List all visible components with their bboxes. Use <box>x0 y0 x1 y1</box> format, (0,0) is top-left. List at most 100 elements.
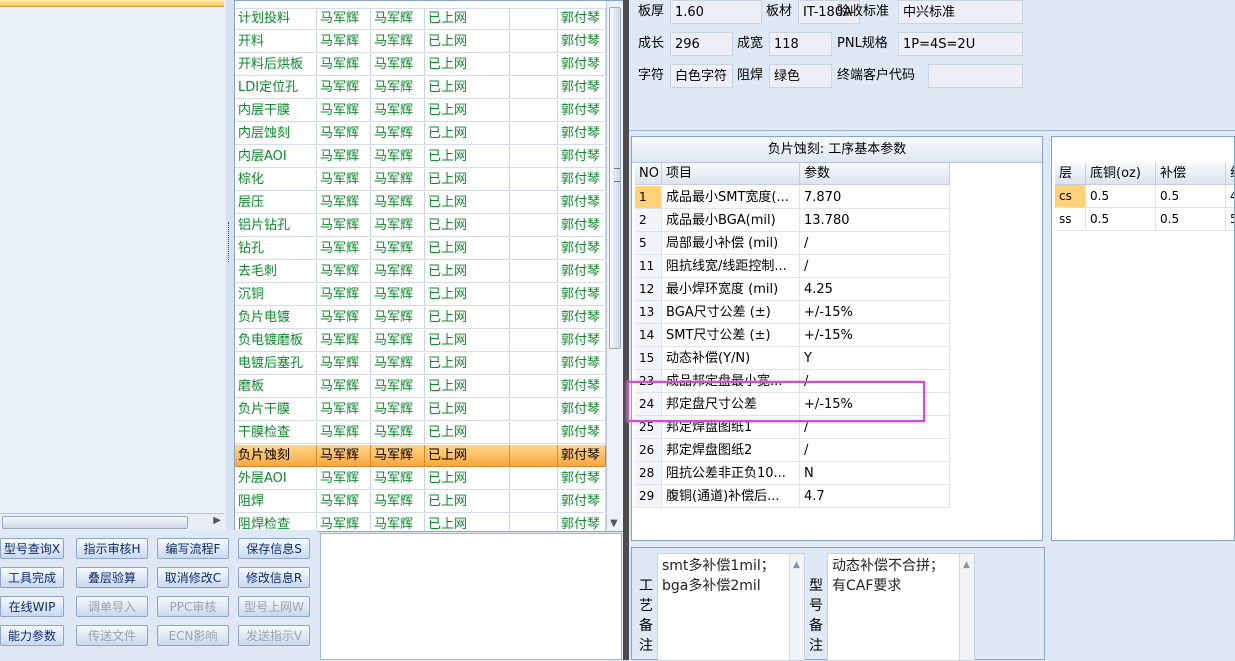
layer-header-layer[interactable]: 层 <box>1055 163 1086 185</box>
toolbar-button[interactable]: 在线WIP <box>0 596 64 617</box>
layer-cell[interactable]: 0.5 <box>1156 185 1226 208</box>
mask-field[interactable]: 绿色 <box>769 64 832 88</box>
toolbar-button[interactable]: 传送文件 <box>76 625 148 646</box>
model-remark-content: 动态补偿不合拼；有CAF要求 <box>832 558 944 594</box>
scroll-up-arrow-icon[interactable]: ▲ <box>963 555 970 575</box>
standard-field[interactable]: 中兴标准 <box>898 0 1023 24</box>
process-cell-col2: 马军辉 <box>317 307 371 329</box>
customer-field[interactable] <box>928 64 1023 88</box>
toolbar-button[interactable]: 指示审核H <box>76 538 148 559</box>
param-header-no[interactable]: NO <box>635 163 662 185</box>
process-row[interactable]: 负片蚀刻 马军辉 马军辉 已上网 郭付琴 <box>235 445 606 468</box>
process-row[interactable]: 阻焊 马军辉 马军辉 已上网 郭付琴 <box>235 491 606 514</box>
toolbar-button[interactable]: ECN影响 <box>157 625 229 646</box>
process-cell-status: 已上网 <box>425 31 510 53</box>
layer-cell[interactable]: ss <box>1055 208 1086 231</box>
process-cell-name: 电镀后塞孔 <box>235 353 317 375</box>
blank-panel-right <box>1045 547 1235 660</box>
layer-cell[interactable]: 0.5 <box>1086 185 1156 208</box>
toolbar-button[interactable]: 取消修改C <box>157 567 229 588</box>
layer-cell[interactable]: 0.5 <box>1086 208 1156 231</box>
scroll-right-arrow-icon[interactable]: ▶ <box>213 515 221 526</box>
process-row[interactable]: 负片电镀 马军辉 马军辉 已上网 郭付琴 <box>235 307 606 330</box>
pnl-field[interactable]: 1P=4S=2U <box>898 32 1023 56</box>
process-row[interactable]: 内层蚀刻 马军辉 马军辉 已上网 郭付琴 <box>235 123 606 146</box>
process-row[interactable]: 内层AOI 马军辉 马军辉 已上网 郭付琴 <box>235 146 606 169</box>
scroll-down-arrow-icon[interactable]: ▼ <box>610 518 618 529</box>
material-label: 板材 <box>766 4 793 19</box>
process-cell-col3: 马军辉 <box>371 54 425 76</box>
layer-header-line[interactable]: 线 <box>1226 163 1234 185</box>
process-grid[interactable]: 计划投料 马军辉 马军辉 已上网 郭付琴 开料 马军辉 马军辉 已上网 郭付琴 开料后烘板 马军辉 马军… <box>234 0 624 532</box>
process-row[interactable]: 计划投料 马军辉 马军辉 已上网 郭付琴 <box>235 8 606 31</box>
layer-cell[interactable]: 0.5 <box>1156 208 1226 231</box>
width-field[interactable]: 118 <box>769 32 832 56</box>
scroll-up-arrow-icon[interactable]: ▲ <box>793 555 800 575</box>
process-cell-status: 已上网 <box>425 261 510 283</box>
process-row[interactable]: 钻孔 马军辉 马军辉 已上网 郭付琴 <box>235 238 606 261</box>
process-row[interactable]: 开料后烘板 马军辉 马军辉 已上网 郭付琴 <box>235 54 606 77</box>
char-field[interactable]: 白色字符 <box>670 64 733 88</box>
process-row[interactable]: 磨板 马军辉 马军辉 已上网 郭付琴 <box>235 376 606 399</box>
param-cell-item: 成品最小BGA(mil) <box>662 209 800 232</box>
pnl-label: PNL规格 <box>837 36 888 51</box>
process-row[interactable]: 负片干膜 马军辉 马军辉 已上网 郭付琴 <box>235 399 606 422</box>
param-header-value[interactable]: 参数 <box>800 163 950 185</box>
process-remark-text[interactable]: smt多补偿1mil；bga多补偿2mil ▲ <box>657 553 805 661</box>
process-cell-name: 铝片钻孔 <box>235 215 317 237</box>
toolbar-button[interactable]: 编写流程F <box>157 538 229 559</box>
process-row[interactable]: 沉铜 马军辉 马军辉 已上网 郭付琴 <box>235 284 606 307</box>
note-scrollbar[interactable]: ▲ <box>959 554 974 660</box>
layer-cell[interactable]: cs <box>1055 185 1086 208</box>
param-header-item[interactable]: 项目 <box>662 163 800 185</box>
process-cell-col2: 马军辉 <box>317 146 371 168</box>
process-row[interactable]: 去毛刺 马军辉 马军辉 已上网 郭付琴 <box>235 261 606 284</box>
param-cell-no: 11 <box>635 255 662 278</box>
toolbar-button[interactable]: 调单导入 <box>76 596 148 617</box>
pane-splitter[interactable] <box>226 0 234 530</box>
note-scrollbar[interactable]: ▲ <box>789 554 804 660</box>
scrollbar-thumb[interactable] <box>2 516 188 529</box>
process-row[interactable]: 层压 马军辉 马军辉 已上网 郭付琴 <box>235 192 606 215</box>
layer-header-comp[interactable]: 补偿 <box>1156 163 1226 185</box>
process-row[interactable]: 外层AOI 马军辉 马军辉 已上网 郭付琴 <box>235 468 606 491</box>
process-row[interactable]: 开料 马军辉 马军辉 已上网 郭付琴 <box>235 31 606 54</box>
toolbar-button[interactable]: 发送指示V <box>238 625 310 646</box>
toolbar-button[interactable]: 修改信息R <box>238 567 310 588</box>
tree-horizontal-scrollbar[interactable]: ▶ <box>0 513 224 530</box>
length-field[interactable]: 296 <box>670 32 733 56</box>
toolbar-button[interactable]: PPC审核 <box>157 596 229 617</box>
process-row[interactable]: LDI定位孔 马军辉 马军辉 已上网 郭付琴 <box>235 77 606 100</box>
process-cell-col2: 马军辉 <box>317 169 371 191</box>
toolbar-button[interactable]: 能力参数 <box>0 625 64 646</box>
process-row[interactable]: 铝片钻孔 马军辉 马军辉 已上网 郭付琴 <box>235 215 606 238</box>
process-row[interactable]: 负电镀磨板 马军辉 马军辉 已上网 郭付琴 <box>235 330 606 353</box>
toolbar-button[interactable]: 型号上网W <box>238 596 310 617</box>
tree-selected-item[interactable] <box>0 0 224 7</box>
layer-header-copper[interactable]: 底铜(oz) <box>1086 163 1156 185</box>
param-cell-no: 28 <box>635 462 662 485</box>
product-tree-pane[interactable]: ▶ <box>0 0 227 530</box>
process-grid-vertical-scrollbar[interactable]: ▼ <box>606 1 623 531</box>
process-row[interactable]: 棕化 马军辉 马军辉 已上网 郭付琴 <box>235 169 606 192</box>
param-cell-value: +/-15% <box>800 324 950 347</box>
process-cell-status: 已上网 <box>425 445 510 467</box>
toolbar-button[interactable]: 型号查询X <box>0 538 64 559</box>
process-cell-status: 已上网 <box>425 514 510 531</box>
scrollbar-thumb[interactable] <box>609 7 621 349</box>
thickness-field[interactable]: 1.60 <box>670 0 762 24</box>
process-cell-owner: 郭付琴 <box>558 8 606 30</box>
process-row[interactable]: 干膜检查 马军辉 马军辉 已上网 郭付琴 <box>235 422 606 445</box>
process-cell-owner: 郭付琴 <box>558 261 606 283</box>
process-cell-name: 内层蚀刻 <box>235 123 317 145</box>
layer-cell[interactable]: 4 <box>1226 185 1234 208</box>
layer-cell[interactable]: 5 <box>1226 208 1234 231</box>
toolbar-button[interactable]: 工具完成 <box>0 567 64 588</box>
model-remark-text[interactable]: 动态补偿不合拼；有CAF要求 ▲ <box>827 553 975 661</box>
process-row-partial <box>235 1 605 9</box>
toolbar-button[interactable]: 叠层验算 <box>76 567 148 588</box>
process-row[interactable]: 内层干膜 马军辉 马军辉 已上网 郭付琴 <box>235 100 606 123</box>
toolbar-button[interactable]: 保存信息S <box>238 538 310 559</box>
process-cell-col2: 马军辉 <box>317 261 371 283</box>
process-row[interactable]: 电镀后塞孔 马军辉 马军辉 已上网 郭付琴 <box>235 353 606 376</box>
